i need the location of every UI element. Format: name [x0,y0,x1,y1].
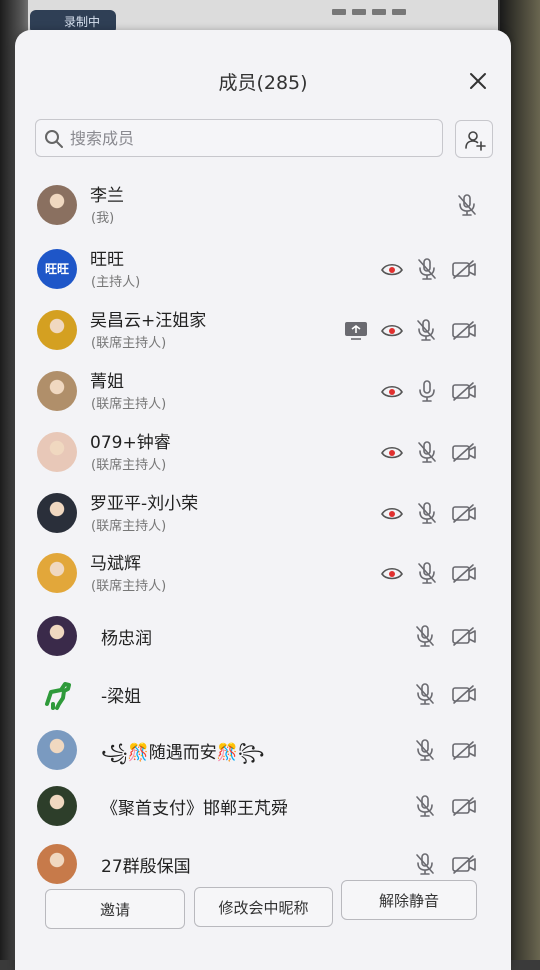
eye-icon[interactable] [379,378,405,404]
mic-on-icon[interactable] [414,378,440,404]
member-list[interactable]: 李兰 (我) 旺旺 旺旺 (主持人) 吴昌云+汪姐家 (联席主持人) 菁姐 (联席主持人) 079… [15,30,511,890]
mic-muted-icon[interactable] [412,793,438,819]
member-role: (联席主持人) [91,397,167,412]
mic-muted-icon[interactable] [412,851,438,877]
camera-off-icon[interactable] [451,737,477,763]
rename-button[interactable]: 修改会中昵称 [194,887,333,927]
member-row[interactable]: ꧁🎊随遇而安🎊꧂ [15,722,511,778]
screen-share-icon[interactable] [343,317,369,343]
mic-muted-icon[interactable] [414,560,440,586]
eye-icon[interactable] [379,439,405,465]
member-avatar [37,786,77,826]
unmute-button[interactable]: 解除静音 [341,880,477,920]
camera-off-icon[interactable] [451,256,477,282]
camera-off-icon[interactable] [451,681,477,707]
member-role: (联席主持人) [91,519,167,534]
camera-off-icon[interactable] [451,623,477,649]
member-row[interactable]: 罗亚平-刘小荣 (联席主持人) [15,485,511,541]
status-icons [326,0,436,15]
member-name: 079+钟睿 [90,433,171,453]
member-name: 菁姐 [90,372,124,392]
member-row[interactable]: 菁姐 (联席主持人) [15,363,511,419]
camera-off-icon[interactable] [451,500,477,526]
camera-off-icon[interactable] [451,560,477,586]
member-avatar [37,553,77,593]
mic-muted-icon[interactable] [413,317,439,343]
member-avatar [37,310,77,350]
members-panel: 成员(285) 李兰(我)旺旺旺旺(主持人)吴昌云+汪姐家(联席主持人)菁姐(联… [15,30,511,970]
member-avatar [37,185,77,225]
member-name: 《聚首支付》邯郸王芃舜 [101,799,288,819]
member-avatar [37,616,77,656]
member-avatar [37,493,77,533]
member-name: 罗亚平-刘小荣 [90,494,199,514]
member-name: 马斌辉 [90,554,141,574]
member-role: (联席主持人) [91,579,167,594]
member-row[interactable]: 旺旺 旺旺 (主持人) [15,241,511,297]
mic-muted-icon[interactable] [412,623,438,649]
member-row[interactable]: 吴昌云+汪姐家 (联席主持人) [15,302,511,358]
camera-off-icon[interactable] [451,793,477,819]
eye-icon[interactable] [379,560,405,586]
member-row[interactable]: -梁姐 [15,666,511,722]
member-row[interactable]: 杨忠润 [15,608,511,664]
member-avatar [37,371,77,411]
member-row[interactable]: 马斌辉 (联席主持人) [15,545,511,601]
member-name: -梁姐 [101,687,142,707]
mic-muted-icon[interactable] [414,439,440,465]
member-avatar [37,844,77,884]
member-name: ꧁🎊随遇而安🎊꧂ [101,743,265,763]
camera-off-icon[interactable] [451,317,477,343]
member-row[interactable]: 《聚首支付》邯郸王芃舜 [15,778,511,834]
member-name: 吴昌云+汪姐家 [90,311,207,331]
eye-icon[interactable] [379,256,405,282]
mic-muted-icon[interactable] [454,192,480,218]
member-row[interactable]: 李兰 (我) [15,177,511,233]
member-name: 27群殷保国 [101,857,191,877]
mic-muted-icon[interactable] [414,256,440,282]
invite-button[interactable]: 邀请 [45,889,185,929]
bottom-action-bar: 邀请 修改会中昵称 解除静音 [15,880,511,940]
eye-icon[interactable] [379,317,405,343]
member-row[interactable]: 079+钟睿 (联席主持人) [15,424,511,480]
mic-muted-icon[interactable] [412,681,438,707]
avatar-initials: 旺旺 [44,262,69,276]
member-name: 李兰 [90,186,124,206]
mic-muted-icon[interactable] [414,500,440,526]
member-name: 杨忠润 [101,629,152,649]
member-name: 旺旺 [90,250,124,270]
camera-off-icon[interactable] [451,439,477,465]
member-role: (主持人) [91,275,141,290]
eye-icon[interactable] [379,500,405,526]
member-role: (我) [91,211,115,226]
member-avatar: 旺旺 [37,249,77,289]
member-role: (联席主持人) [91,458,167,473]
member-avatar [37,730,77,770]
mic-muted-icon[interactable] [412,737,438,763]
member-avatar [37,432,77,472]
member-role: (联席主持人) [91,336,167,351]
dinosaur-avatar-icon [37,674,77,714]
camera-off-icon[interactable] [451,378,477,404]
camera-off-icon[interactable] [451,851,477,877]
